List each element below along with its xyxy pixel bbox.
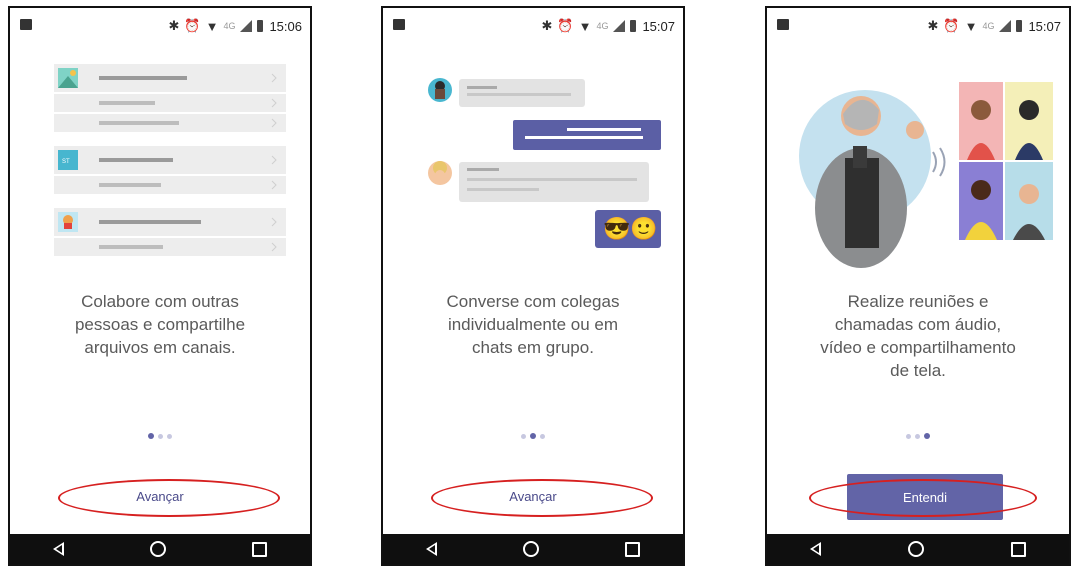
network-label: 4G	[223, 21, 236, 31]
alarm-icon: ⏰	[943, 18, 960, 33]
bluetooth-icon: ✱	[541, 18, 553, 33]
page-dot	[158, 434, 163, 439]
onboarding-caption: Colabore com outras pessoas e compartilh…	[74, 292, 246, 357]
status-bar: ✱ ⏰ ▼ 4G 15:06	[10, 8, 310, 44]
back-icon[interactable]	[810, 542, 822, 556]
image-icon	[393, 19, 405, 30]
home-icon[interactable]	[907, 541, 924, 557]
channel-list-illustration	[54, 64, 286, 256]
screen-3: ✱ ⏰ ▼ 4G 15:07 Realize reuniões e chamad…	[765, 6, 1071, 566]
emoji-reaction: 😎🙂	[603, 216, 658, 241]
page-dot	[540, 434, 545, 439]
status-bar: ✱ ⏰ ▼ 4G 15:07	[383, 8, 683, 44]
screen-2: ✱ ⏰ ▼ 4G 15:07 😎🙂 Converse com colegas i…	[381, 6, 685, 566]
back-icon[interactable]	[426, 542, 437, 556]
signal-icon	[999, 20, 1012, 32]
bluetooth-icon: ✱	[927, 18, 939, 33]
battery-icon	[1016, 20, 1023, 32]
back-icon[interactable]	[53, 542, 64, 556]
status-time: 15:06	[269, 18, 302, 34]
page-dot	[167, 434, 172, 439]
status-bar: ✱ ⏰ ▼ 4G 15:07	[767, 8, 1069, 44]
next-button[interactable]: Avançar	[383, 489, 683, 504]
network-label: 4G	[596, 21, 609, 31]
page-indicator	[767, 433, 1069, 439]
image-icon	[20, 19, 32, 30]
signal-icon	[613, 20, 626, 32]
page-dot-active	[530, 433, 536, 439]
nav-bar	[767, 534, 1069, 564]
page-dot	[521, 434, 526, 439]
home-icon[interactable]	[523, 541, 539, 557]
recents-icon[interactable]	[1010, 541, 1026, 557]
page-dot	[915, 434, 920, 439]
channels-illustration: ST	[54, 64, 286, 256]
battery-icon	[257, 20, 264, 32]
page-dot-active	[148, 433, 154, 439]
page-indicator	[383, 433, 683, 439]
battery-icon	[630, 20, 637, 32]
wifi-icon: ▼	[964, 18, 978, 34]
nav-bar	[383, 534, 683, 564]
status-time: 15:07	[1028, 18, 1061, 34]
bluetooth-icon: ✱	[168, 18, 180, 33]
onboarding-caption: Converse com colegas individualmente ou …	[446, 292, 620, 357]
got-it-button[interactable]: Entendi	[847, 474, 1003, 520]
recents-icon[interactable]	[625, 541, 640, 557]
alarm-icon: ⏰	[184, 18, 201, 33]
nav-bar	[10, 534, 310, 564]
signal-icon	[240, 20, 253, 32]
home-icon[interactable]	[150, 541, 166, 557]
network-label: 4G	[982, 21, 995, 31]
page-dot-active	[924, 433, 930, 439]
alarm-icon: ⏰	[557, 18, 574, 33]
recents-icon[interactable]	[252, 541, 267, 557]
channel-avatar-text: ST	[62, 159, 70, 165]
status-time: 15:07	[642, 18, 675, 34]
screen-1: ✱ ⏰ ▼ 4G 15:06 ST Colabore com outras pe…	[8, 6, 312, 566]
wifi-icon: ▼	[205, 18, 219, 34]
page-indicator	[10, 433, 310, 439]
onboarding-caption: Realize reuniões e chamadas com áudio, v…	[820, 292, 1016, 380]
wifi-icon: ▼	[578, 18, 592, 34]
meeting-illustration	[799, 82, 1053, 268]
next-button[interactable]: Avançar	[10, 489, 310, 504]
page-dot	[906, 434, 911, 439]
image-icon	[777, 19, 789, 30]
